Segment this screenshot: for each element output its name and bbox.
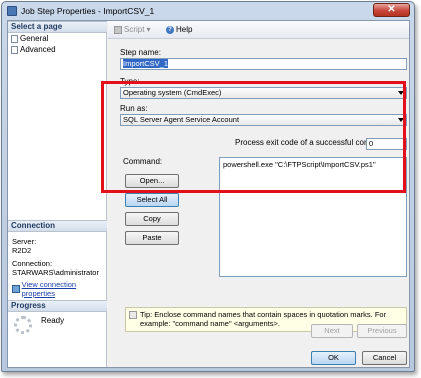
toolbar: Script ▾ ? Help (108, 21, 409, 39)
page-item-label: Advanced (20, 45, 56, 54)
view-connection-properties-link[interactable]: View connection properties (12, 280, 106, 298)
connection-label: Connection: (12, 259, 53, 268)
page-icon (11, 45, 18, 54)
connection-properties-icon (12, 285, 20, 293)
server-label: Server: (12, 237, 37, 246)
paste-button[interactable]: Paste (125, 231, 179, 245)
info-icon (129, 311, 137, 319)
connection-header: Connection (8, 220, 107, 232)
script-label: Script (124, 25, 145, 34)
copy-button[interactable]: Copy (125, 212, 179, 226)
page-item-advanced[interactable]: Advanced (11, 45, 56, 54)
server-value: R2D2 (12, 246, 32, 255)
connection-value: STARWARS\administrator (12, 268, 99, 277)
help-label: Help (176, 25, 193, 34)
progress-spinner-icon (14, 316, 32, 334)
page-item-label: General (20, 34, 49, 43)
script-icon (114, 25, 122, 34)
select-all-button[interactable]: Select All (125, 193, 179, 207)
annotation-highlight-box (101, 81, 406, 193)
view-connection-properties-label: View connection properties (21, 280, 77, 298)
select-page-header: Select a page (8, 21, 107, 33)
page-icon (11, 34, 18, 43)
progress-status: Ready (41, 316, 65, 325)
ok-button[interactable]: OK (311, 351, 356, 365)
step-name-label: Step name: (120, 48, 161, 57)
window-title: Job Step Properties - ImportCSV_1 (21, 6, 155, 16)
cancel-button[interactable]: Cancel (362, 351, 407, 365)
progress-header: Progress (8, 300, 107, 312)
help-button[interactable]: ? Help (166, 25, 192, 34)
left-pane: Select a page General Advanced Connectio… (8, 21, 107, 367)
previous-button[interactable]: Previous (357, 324, 407, 338)
page-item-general[interactable]: General (11, 34, 48, 43)
next-button[interactable]: Next (311, 324, 353, 338)
window-icon (7, 6, 17, 16)
step-name-value: ImportCSV_1 (123, 59, 169, 68)
step-name-input[interactable]: ImportCSV_1 (120, 58, 407, 70)
close-button[interactable]: ✕ (373, 3, 410, 17)
dialog-client-area: Select a page General Advanced Connectio… (7, 20, 410, 368)
script-dropdown-icon: ▾ (146, 25, 151, 34)
title-bar[interactable]: Job Step Properties - ImportCSV_1 ✕ (2, 2, 414, 20)
script-button[interactable]: Script ▾ (114, 25, 150, 34)
help-icon: ? (166, 25, 174, 34)
